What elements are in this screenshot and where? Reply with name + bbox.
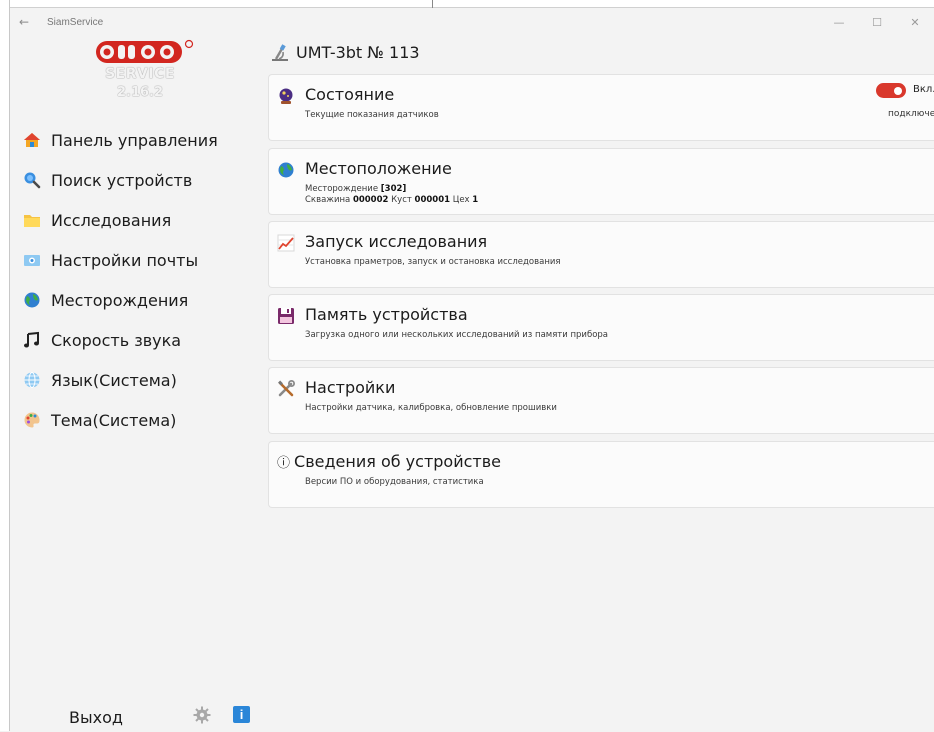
sidebar-item-label: Тема(Система): [51, 410, 177, 430]
language-globe-icon: [23, 370, 47, 390]
title-bar: ← SiamService — ☐ ✕: [11, 9, 934, 35]
crystal-ball-icon: [277, 87, 295, 105]
sidebar-item-fields[interactable]: Месторождения: [23, 280, 253, 320]
close-button[interactable]: ✕: [896, 9, 934, 35]
sidebar-item-label: Скорость звука: [51, 330, 182, 350]
music-notes-icon: [23, 330, 47, 350]
tools-icon: [277, 380, 295, 398]
card-subtitle: Настройки датчика, калибровка, обновлени…: [305, 403, 557, 413]
house-icon: [23, 130, 47, 150]
app-version: 2.16.2: [116, 85, 164, 100]
palette-icon: [23, 410, 47, 430]
card-title: Настройки: [305, 378, 396, 397]
back-arrow-icon[interactable]: ←: [11, 15, 37, 29]
sidebar-item-studies[interactable]: Исследования: [23, 200, 253, 240]
maximize-button[interactable]: ☐: [858, 9, 896, 35]
sidebar-footer: Выход i: [11, 702, 261, 732]
shop-prefix: Цех: [450, 195, 473, 205]
card-subtitle: Загрузка одного или нескольких исследова…: [305, 330, 609, 340]
window-title: SiamService: [47, 16, 104, 28]
toggle-knob: [894, 86, 902, 95]
sidebar-item-mail-settings[interactable]: Настройки почты: [23, 240, 253, 280]
card-title: Местоположение: [305, 159, 452, 178]
sidebar-item-theme[interactable]: Тема(Система): [23, 400, 253, 440]
card-launch-study[interactable]: Запуск исследования Установка праметров,…: [268, 221, 934, 288]
sidebar-item-label: Панель управления: [51, 130, 218, 150]
bush-prefix: Куст: [388, 195, 415, 205]
card-title-row: ⓘ Сведения об устройстве: [277, 452, 501, 471]
sidebar-item-dashboard[interactable]: Панель управления: [23, 120, 253, 160]
globe-icon: [277, 161, 295, 179]
globe-icon: [23, 290, 47, 310]
card-title: Состояние: [305, 85, 395, 104]
microscope-icon: [272, 43, 288, 61]
magnifier-icon: [23, 170, 47, 190]
sidebar-item-device-search[interactable]: Поиск устройств: [23, 160, 253, 200]
card-title: Сведения об устройстве: [294, 452, 501, 471]
sidebar-item-label: Язык(Система): [51, 370, 177, 390]
device-heading: UMT-3bt № 113: [270, 43, 420, 62]
well-prefix: Скважина: [305, 195, 353, 205]
gear-icon[interactable]: [193, 706, 211, 724]
app-logo: SERVICE 2.16.2: [95, 39, 195, 100]
connection-status: подключен: [888, 109, 934, 119]
card-status[interactable]: Состояние Текущие показания датчиков Вкл…: [268, 74, 934, 141]
sidebar-item-label: Настройки почты: [51, 250, 199, 270]
window-controls: — ☐ ✕: [820, 9, 934, 35]
minimize-button[interactable]: —: [820, 9, 858, 35]
device-name: UMT-3bt № 113: [296, 43, 420, 62]
card-subtitle: Версии ПО и оборудования, статистика: [305, 477, 484, 487]
sidebar-item-label: Исследования: [51, 210, 172, 230]
connection-toggle[interactable]: [876, 83, 906, 98]
sidebar-item-language[interactable]: Язык(Система): [23, 360, 253, 400]
sidebar-nav: Панель управления Поиск устройств Исслед…: [23, 120, 253, 440]
folder-icon: [23, 210, 47, 230]
well-value: 000002: [352, 195, 389, 205]
sidebar: SERVICE 2.16.2 Панель управления Поиск у…: [11, 36, 261, 731]
field-value: [302]: [380, 184, 407, 194]
chart-increasing-icon: [277, 234, 295, 252]
sidebar-item-label: Месторождения: [51, 290, 189, 310]
info-circle-icon: ⓘ: [277, 456, 291, 471]
toggle-label: Вкл.: [913, 84, 934, 95]
field-prefix: Месторождение: [305, 184, 381, 194]
sidebar-item-label: Поиск устройств: [51, 170, 193, 190]
field-line: Месторождение [302]: [305, 184, 406, 194]
floppy-disk-icon: [277, 307, 295, 325]
window-left-edge: [0, 0, 10, 731]
card-subtitle: Текущие показания датчиков: [305, 110, 439, 120]
card-location[interactable]: Местоположение Месторождение [302] Скваж…: [268, 148, 934, 215]
window-top-edge: [10, 0, 934, 8]
card-title: Память устройства: [305, 305, 468, 324]
shop-value: 1: [472, 195, 479, 205]
window-divider: [432, 0, 433, 8]
card-device-info[interactable]: ⓘ Сведения об устройстве Версии ПО и обор…: [268, 441, 934, 508]
card-subtitle: Установка праметров, запуск и остановка …: [305, 257, 561, 267]
info-button[interactable]: i: [233, 706, 250, 723]
logo-service-text: SERVICE: [105, 66, 175, 82]
card-device-memory[interactable]: Память устройства Загрузка одного или не…: [268, 294, 934, 361]
card-settings[interactable]: Настройки Настройки датчика, калибровка,…: [268, 367, 934, 434]
mail-icon: [23, 250, 47, 270]
siam-logo-mark: [96, 39, 194, 63]
card-title: Запуск исследования: [305, 232, 488, 251]
exit-button[interactable]: Выход: [69, 708, 123, 727]
bush-value: 000001: [414, 195, 451, 205]
well-line: Скважина 000002 Куст 000001 Цех 1: [305, 195, 478, 205]
sidebar-item-sound-speed[interactable]: Скорость звука: [23, 320, 253, 360]
